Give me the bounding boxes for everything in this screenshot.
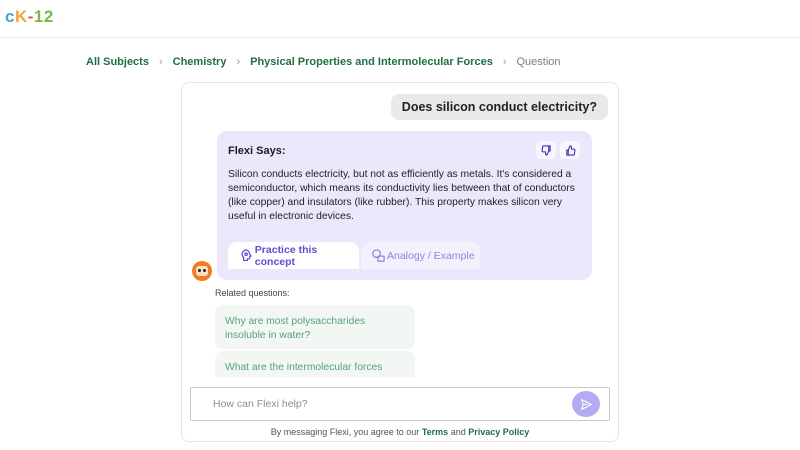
message-input-box [190,387,610,421]
send-icon [580,398,592,410]
terms-link[interactable]: Terms [422,427,448,437]
analogy-example-label: Analogy / Example [387,249,475,262]
disclaimer-prefix: By messaging Flexi, you agree to our [270,427,420,437]
ck12-logo[interactable]: cK-12 [5,7,54,27]
flexi-chat-panel: Does silicon conduct electricity? Flexi … [181,82,619,442]
analogy-example-button[interactable]: Analogy / Example [361,242,480,269]
send-button[interactable] [572,391,600,417]
chevron-right-icon: › [502,56,507,68]
flexi-response-card: Flexi Says: Silicon conducts electricity… [217,131,592,280]
practice-concept-label: Practice this concept [254,243,318,268]
related-question-item[interactable]: What are the intermolecular forces [215,351,415,377]
breadcrumb-current: Question [516,56,561,68]
flexi-avatar [192,261,212,281]
disclaimer-and: and [450,427,466,437]
breadcrumb-topic[interactable]: Physical Properties and Intermolecular F… [250,56,493,68]
thumbs-up-button[interactable] [560,141,580,159]
breadcrumb-chemistry[interactable]: Chemistry [173,56,227,68]
related-questions-list: Why are most polysaccharides insoluble i… [215,305,415,377]
privacy-policy-link[interactable]: Privacy Policy [468,427,529,437]
practice-concept-button[interactable]: Practice this concept [228,242,359,269]
terms-disclaimer: By messaging Flexi, you agree to our Ter… [182,427,618,437]
thumbs-up-icon [565,144,575,156]
flexi-answer-text: Silicon conducts electricity, but not as… [228,169,575,222]
chevron-right-icon: › [236,56,241,68]
related-question-item[interactable]: Why are most polysaccharides insoluble i… [215,305,415,349]
top-bar: cK-12 [0,0,800,38]
avatar-eye [198,269,201,272]
thumbs-down-icon [541,144,551,156]
chevron-right-icon: › [158,56,163,68]
shapes-icon [372,249,385,262]
thumbs-down-button[interactable] [536,141,556,159]
flexi-label: Flexi Says: [228,145,286,157]
brain-icon [241,249,252,262]
avatar-eye [203,269,206,272]
breadcrumb-all-subjects[interactable]: All Subjects [86,56,149,68]
message-input[interactable] [213,396,563,412]
user-message: Does silicon conduct electricity? [390,94,608,120]
breadcrumb: All Subjects › Chemistry › Physical Prop… [86,55,561,69]
related-questions-label: Related questions: [215,288,290,298]
